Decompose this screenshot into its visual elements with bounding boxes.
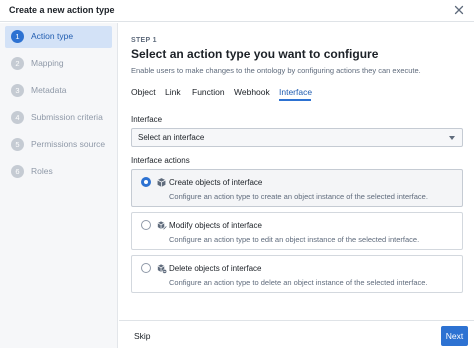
- close-icon[interactable]: [452, 3, 466, 17]
- main-panel: STEP 1 Select an action type you want to…: [119, 23, 474, 320]
- option-title: Create objects of interface: [169, 178, 263, 187]
- page-title: Select an action type you want to config…: [131, 47, 379, 61]
- step-label: Submission criteria: [31, 112, 103, 122]
- option-description: Configure an action type to edit an obje…: [169, 235, 420, 244]
- step-label: Metadata: [31, 85, 67, 95]
- dialog-header: Create a new action type: [0, 0, 474, 22]
- active-tab-indicator: [279, 99, 311, 101]
- tab-webhook[interactable]: Webhook: [234, 87, 270, 97]
- action-type-tabs: Object Link Function Webhook Interface: [131, 85, 466, 101]
- interface-select[interactable]: Select an interface: [131, 128, 463, 147]
- radio-button[interactable]: [141, 263, 151, 273]
- tab-link[interactable]: Link: [165, 87, 181, 97]
- tab-function[interactable]: Function: [192, 87, 225, 97]
- option-delete-objects[interactable]: Delete objects of interface Configure an…: [131, 255, 463, 293]
- option-create-objects[interactable]: Create objects of interface Configure an…: [131, 169, 463, 207]
- option-description: Configure an action type to create an ob…: [169, 192, 428, 201]
- cube-remove-icon: [157, 264, 167, 274]
- step-number: 3: [11, 84, 24, 97]
- step-roles[interactable]: 6 Roles: [5, 161, 112, 183]
- tab-object[interactable]: Object: [131, 87, 156, 97]
- step-label: Roles: [31, 166, 53, 176]
- step-metadata[interactable]: 3 Metadata: [5, 80, 112, 102]
- option-title: Modify objects of interface: [169, 221, 262, 230]
- step-permissions-source[interactable]: 5 Permissions source: [5, 134, 112, 156]
- cube-add-icon: [157, 178, 166, 187]
- interface-actions-label: Interface actions: [131, 156, 190, 165]
- caret-down-icon: [449, 136, 455, 140]
- cube-edit-icon: [157, 221, 167, 230]
- tab-interface[interactable]: Interface: [279, 87, 312, 97]
- option-modify-objects[interactable]: Modify objects of interface Configure an…: [131, 212, 463, 250]
- step-mapping[interactable]: 2 Mapping: [5, 53, 112, 75]
- step-label: Action type: [31, 31, 74, 41]
- step-submission-criteria[interactable]: 4 Submission criteria: [5, 107, 112, 129]
- step-number: 6: [11, 165, 24, 178]
- interface-select-value: Select an interface: [138, 133, 205, 142]
- step-number: 4: [11, 111, 24, 124]
- dialog-title: Create a new action type: [9, 5, 115, 15]
- step-label: Mapping: [31, 58, 64, 68]
- option-description: Configure an action type to delete an ob…: [169, 278, 428, 287]
- step-indicator: STEP 1: [131, 37, 157, 44]
- step-action-type[interactable]: 1 Action type: [5, 26, 112, 48]
- step-number: 1: [11, 30, 24, 43]
- option-title: Delete objects of interface: [169, 264, 262, 273]
- dialog-footer: Skip Next: [119, 320, 474, 348]
- skip-button[interactable]: Skip: [134, 331, 151, 341]
- step-label: Permissions source: [31, 139, 106, 149]
- radio-button[interactable]: [141, 177, 151, 187]
- steps-sidebar: 1 Action type 2 Mapping 3 Metadata 4 Sub…: [0, 23, 118, 348]
- page-subtitle: Enable users to make changes to the onto…: [131, 66, 421, 75]
- interface-field-label: Interface: [131, 115, 163, 124]
- radio-button[interactable]: [141, 220, 151, 230]
- step-number: 5: [11, 138, 24, 151]
- step-number: 2: [11, 57, 24, 70]
- next-button[interactable]: Next: [441, 326, 468, 346]
